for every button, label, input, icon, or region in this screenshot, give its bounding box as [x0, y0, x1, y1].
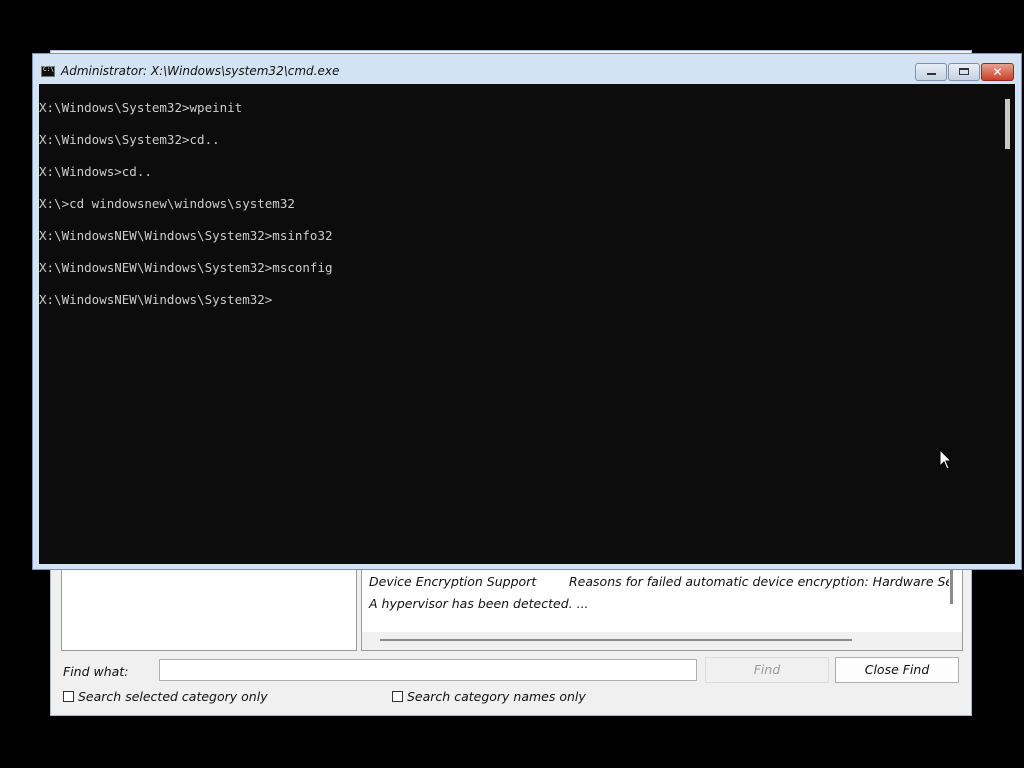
maximize-icon — [959, 68, 969, 75]
console-line: X:\Windows\System32>cd.. — [39, 132, 220, 147]
checkbox-box[interactable] — [392, 691, 403, 702]
find-bar: Find what: Find Close Find Search select… — [51, 655, 971, 715]
search-selected-category-checkbox[interactable]: Search selected category only — [63, 689, 268, 704]
minimize-button[interactable] — [915, 63, 947, 81]
cmd-app-icon[interactable] — [41, 66, 55, 77]
console-line: X:\Windows>cd.. — [39, 164, 152, 179]
find-what-label: Find what: — [63, 664, 129, 679]
detail-item-name: A hypervisor has been detected. ... — [369, 596, 589, 611]
mouse-pointer-icon — [939, 449, 952, 470]
command-prompt-window[interactable]: Administrator: X:\Windows\system32\cmd.e… — [32, 53, 1022, 570]
details-pane[interactable]: Device Encryption Support Reasons for fa… — [361, 561, 963, 651]
close-button[interactable]: ✕ — [981, 63, 1014, 81]
console-line: X:\>cd windowsnew\windows\system32 — [39, 196, 295, 211]
close-find-button[interactable]: Close Find — [835, 657, 959, 683]
console-line: X:\WindowsNEW\Windows\System32>msinfo32 — [39, 228, 333, 243]
details-vertical-scrollbar[interactable] — [950, 568, 953, 604]
checkbox-box[interactable] — [63, 691, 74, 702]
title-bar[interactable]: Administrator: X:\Windows\system32\cmd.e… — [33, 54, 1021, 84]
detail-item-value: Reasons for failed automatic device encr… — [569, 574, 949, 589]
console-line: X:\Windows\System32>wpeinit — [39, 100, 243, 115]
maximize-button[interactable] — [948, 63, 980, 81]
console-line: X:\WindowsNEW\Windows\System32>msconfig — [39, 260, 333, 275]
close-icon: ✕ — [992, 65, 1003, 79]
checkbox-label: Search category names only — [407, 689, 586, 704]
window-title: Administrator: X:\Windows\system32\cmd.e… — [61, 64, 340, 78]
find-what-input[interactable] — [159, 659, 697, 681]
search-category-names-checkbox[interactable]: Search category names only — [392, 689, 586, 704]
console-prompt-line[interactable]: X:\WindowsNEW\Windows\System32> — [39, 292, 333, 324]
console-scrollbar[interactable] — [1001, 84, 1015, 564]
console-output[interactable]: X:\Windows\System32>wpeinit X:\Windows\S… — [39, 84, 1001, 564]
details-horizontal-scrollbar[interactable] — [362, 632, 962, 650]
console-lines: X:\Windows\System32>wpeinit X:\Windows\S… — [39, 100, 333, 324]
checkbox-label: Search selected category only — [78, 689, 268, 704]
category-tree-pane[interactable] — [61, 561, 357, 651]
horizontal-scroll-thumb[interactable] — [380, 639, 852, 641]
find-button[interactable]: Find — [705, 657, 829, 683]
detail-item-name: Device Encryption Support — [369, 574, 537, 589]
minimize-icon — [927, 73, 936, 75]
console-scroll-thumb[interactable] — [1005, 99, 1010, 149]
